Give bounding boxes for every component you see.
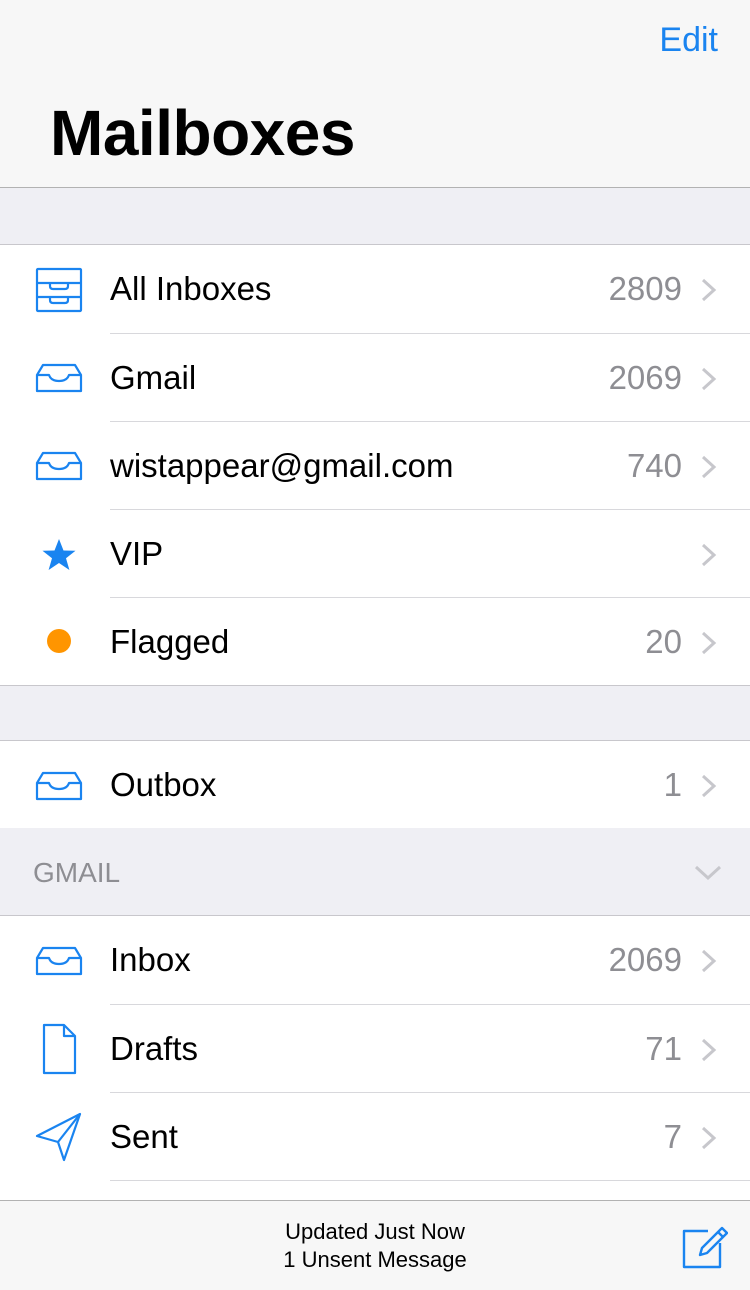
mailbox-count: 7: [663, 1118, 682, 1155]
gmail-section-header[interactable]: GMAIL: [0, 828, 750, 916]
mailbox-row-outbox[interactable]: Outbox 1: [0, 741, 750, 829]
chevron-down-icon[interactable]: [694, 862, 722, 884]
mailbox-row-flagged[interactable]: Flagged 20: [0, 597, 750, 685]
bottom-toolbar: Updated Just Now 1 Unsent Message: [0, 1200, 750, 1290]
mailbox-row-gmail[interactable]: Gmail 2069: [0, 333, 750, 421]
chevron-right-icon: [698, 773, 720, 799]
partial-next-row: [0, 1180, 750, 1200]
mailbox-count: 2069: [608, 941, 682, 978]
inbox-tray-icon: [34, 355, 84, 401]
mailboxes-group: All Inboxes 2809 Gmail 2069 wistappear@g…: [0, 244, 750, 686]
mailbox-row-all-inboxes[interactable]: All Inboxes 2809: [0, 245, 750, 333]
chevron-right-icon: [698, 1037, 720, 1063]
all-inboxes-icon: [34, 267, 84, 313]
chevron-right-icon: [698, 630, 720, 656]
chevron-right-icon: [698, 542, 720, 568]
mailbox-row-account[interactable]: wistappear@gmail.com 740: [0, 421, 750, 509]
page-title: Mailboxes: [50, 97, 355, 169]
mailbox-row-drafts[interactable]: Drafts 71: [0, 1004, 750, 1092]
outbox-group: Outbox 1: [0, 740, 750, 830]
flag-dot-icon: [34, 619, 84, 665]
mailbox-row-sent[interactable]: Sent 7: [0, 1092, 750, 1180]
status-updated-text: Updated Just Now: [285, 1219, 465, 1244]
chevron-right-icon: [698, 277, 720, 303]
paper-plane-icon: [34, 1110, 84, 1164]
compose-icon[interactable]: [678, 1221, 728, 1271]
mailbox-label: All Inboxes: [110, 270, 272, 307]
mailbox-row-vip[interactable]: VIP: [0, 509, 750, 597]
inbox-tray-icon: [34, 443, 84, 489]
edit-button[interactable]: Edit: [659, 20, 718, 60]
gmail-group: Inbox 2069 Drafts 71 Sent 7: [0, 915, 750, 1200]
star-icon: [34, 531, 84, 577]
mailbox-label: Flagged: [110, 623, 230, 660]
navigation-bar: Edit Mailboxes: [0, 0, 750, 188]
inbox-tray-icon: [34, 763, 84, 809]
chevron-right-icon: [698, 366, 720, 392]
mailbox-count: 20: [645, 623, 682, 660]
mailbox-row-inbox[interactable]: Inbox 2069: [0, 916, 750, 1004]
mailbox-count: 2069: [608, 359, 682, 396]
mailbox-label: Sent: [110, 1118, 178, 1155]
mailbox-count: 740: [626, 447, 682, 484]
inbox-tray-icon: [34, 938, 84, 984]
chevron-right-icon: [698, 454, 720, 480]
mailbox-label: Outbox: [110, 766, 217, 803]
mailbox-label: wistappear@gmail.com: [110, 447, 454, 484]
mailbox-count: 1: [663, 766, 682, 803]
mailbox-count: 2809: [608, 270, 682, 307]
mailbox-label: Inbox: [110, 941, 191, 978]
section-label: GMAIL: [33, 857, 121, 888]
mailbox-label: Drafts: [110, 1030, 199, 1067]
status-unsent-text: 1 Unsent Message: [283, 1247, 467, 1272]
mailbox-label: Gmail: [110, 359, 197, 396]
mailbox-count: 71: [645, 1030, 682, 1067]
chevron-right-icon: [698, 1125, 720, 1151]
document-icon: [34, 1022, 84, 1076]
chevron-right-icon: [698, 948, 720, 974]
mailbox-label: VIP: [110, 535, 164, 572]
